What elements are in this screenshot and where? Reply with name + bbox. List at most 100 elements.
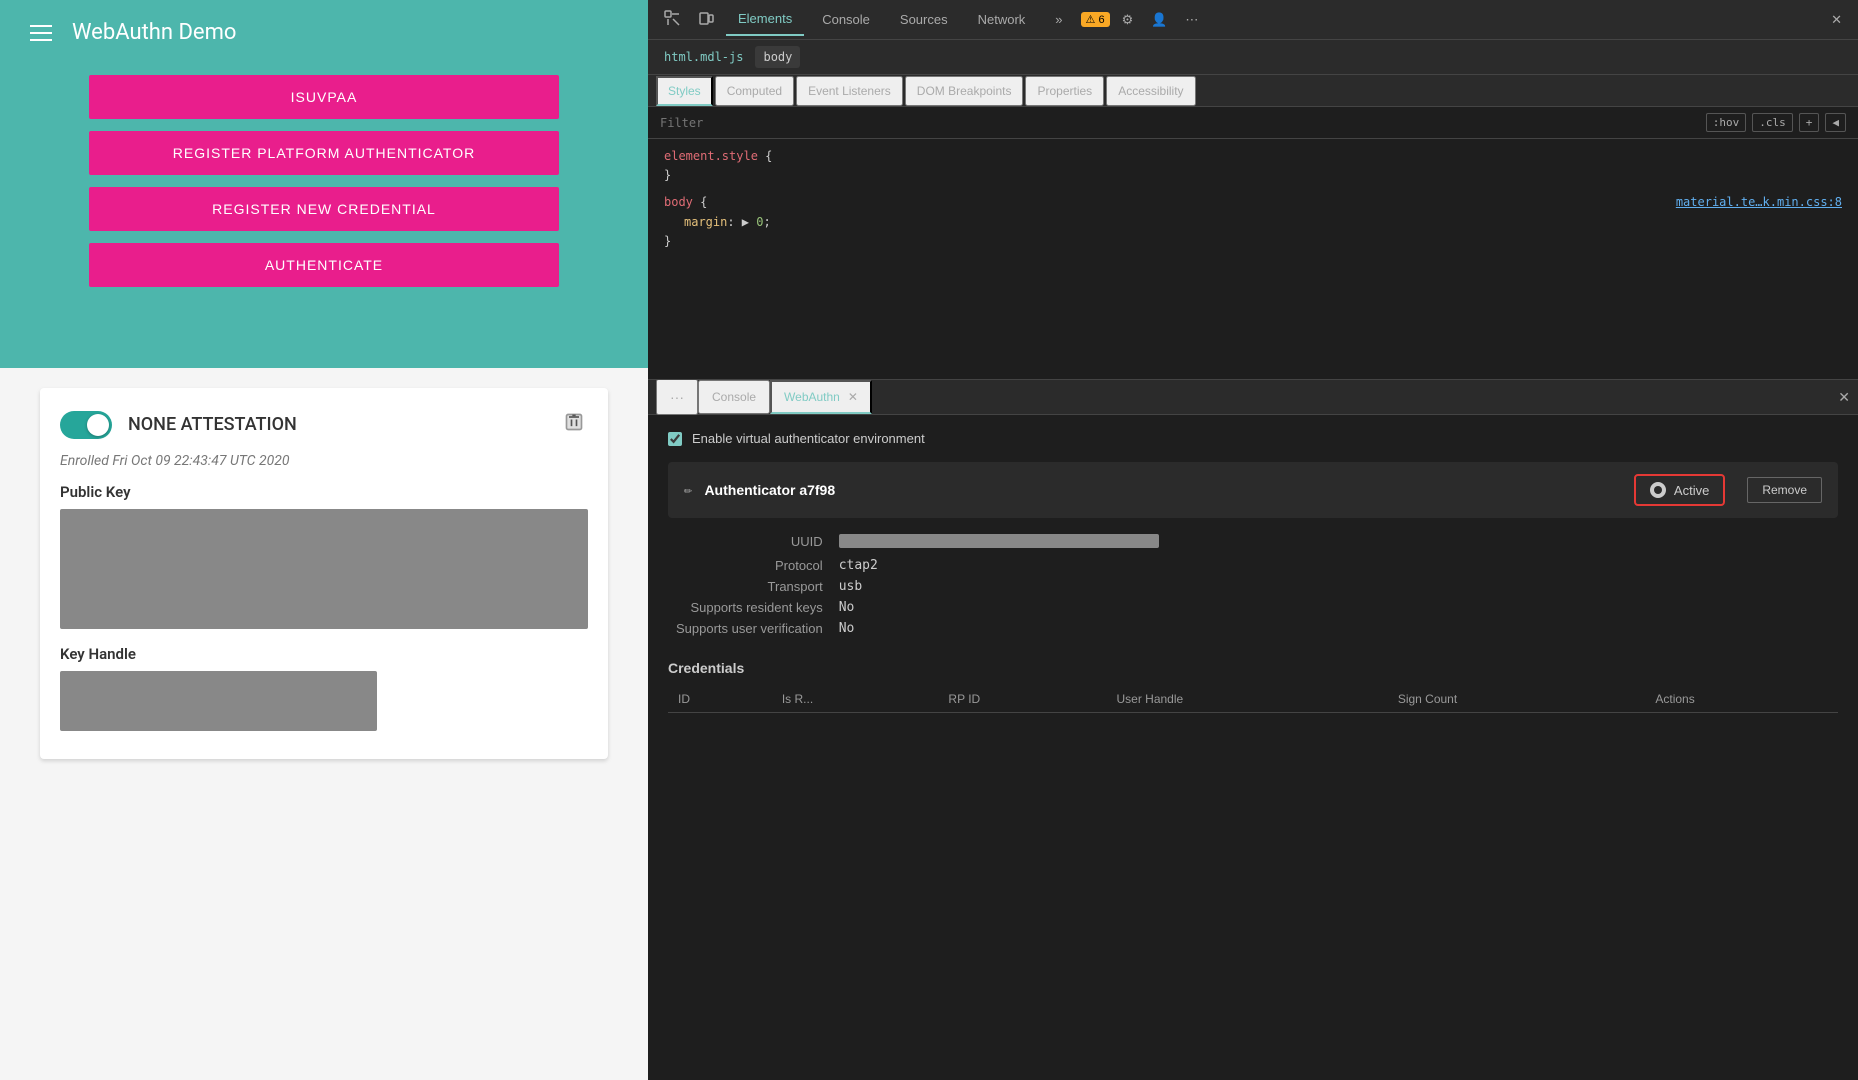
authenticate-button[interactable]: AUTHENTICATE: [89, 243, 559, 287]
webauthn-tab-close[interactable]: ✕: [848, 390, 858, 404]
tab-more[interactable]: »: [1043, 4, 1074, 35]
warning-badge: ⚠ 6: [1081, 12, 1110, 27]
uuid-value: [839, 534, 1830, 552]
col-is-r: Is R...: [772, 686, 939, 713]
styles-filter-row: :hov .cls + ◀: [648, 107, 1858, 139]
card-area: NONE ATTESTATION Enrolled Fri Oct 09 22:…: [0, 368, 648, 1080]
user-icon[interactable]: 👤: [1145, 8, 1173, 32]
register-platform-button[interactable]: REGISTER PLATFORM AUTHENTICATOR: [89, 131, 559, 175]
col-id: ID: [668, 686, 772, 713]
button-container: ISUVPAA REGISTER PLATFORM AUTHENTICATOR …: [30, 75, 618, 287]
bottom-tabs-row: ··· Console WebAuthn ✕ ✕: [648, 380, 1858, 415]
code-line-margin: margin: ▶ 0;: [664, 213, 1842, 232]
tab-styles[interactable]: Styles: [656, 76, 713, 106]
css-file-link[interactable]: material.te…k.min.css:8: [1676, 193, 1842, 212]
card-title: NONE ATTESTATION: [128, 414, 297, 435]
app-header-top: WebAuthn Demo: [30, 0, 618, 75]
elements-tag-row: html.mdl-js body: [648, 40, 1858, 75]
uuid-bar: [839, 534, 1159, 548]
public-key-label: Public Key: [60, 483, 588, 501]
tab-dots[interactable]: ···: [656, 380, 698, 415]
tab-console[interactable]: Console: [810, 4, 882, 35]
tab-computed[interactable]: Computed: [715, 76, 794, 106]
enable-authenticator-row: Enable virtual authenticator environment: [668, 431, 1838, 446]
inspect-icon[interactable]: [658, 6, 686, 33]
settings-icon[interactable]: ⚙: [1116, 8, 1140, 32]
resident-keys-value: No: [839, 600, 1830, 615]
key-handle-value: [60, 671, 377, 731]
code-line-2: }: [664, 166, 1842, 185]
enrolled-date: Enrolled Fri Oct 09 22:43:47 UTC 2020: [60, 453, 588, 469]
code-line-1: element.style {: [664, 147, 1842, 166]
code-line-3: body {: [664, 195, 707, 209]
more-options-icon[interactable]: ⋯: [1179, 8, 1204, 32]
filter-cls-button[interactable]: .cls: [1752, 113, 1793, 132]
app-title: WebAuthn Demo: [72, 20, 236, 45]
body-tag[interactable]: body: [755, 46, 800, 68]
tab-webauthn[interactable]: WebAuthn ✕: [770, 380, 872, 414]
elements-panel: html.mdl-js body Styles Computed Event L…: [648, 40, 1858, 380]
tab-sources[interactable]: Sources: [888, 4, 960, 35]
uuid-label: UUID: [676, 534, 823, 552]
device-toggle-icon[interactable]: [692, 6, 720, 33]
enable-virtual-authenticator-label: Enable virtual authenticator environment: [692, 431, 925, 446]
webauthn-content: Enable virtual authenticator environment…: [648, 415, 1858, 1080]
isuvpaa-button[interactable]: ISUVPAA: [89, 75, 559, 119]
credentials-table-header: ID Is R... RP ID User Handle Sign Count …: [668, 686, 1838, 713]
authenticator-details: UUID Protocol ctap2 Transport usb Suppor…: [668, 534, 1838, 636]
transport-value: usb: [839, 579, 1830, 594]
credentials-table: ID Is R... RP ID User Handle Sign Count …: [668, 686, 1838, 713]
html-tag[interactable]: html.mdl-js: [656, 46, 751, 68]
tab-accessibility[interactable]: Accessibility: [1106, 76, 1195, 106]
webauthn-container: ··· Console WebAuthn ✕ ✕ Enable virtual …: [648, 380, 1858, 1080]
card-header: NONE ATTESTATION: [60, 408, 588, 441]
hamburger-menu-icon[interactable]: [30, 25, 52, 41]
col-user-handle: User Handle: [1106, 686, 1387, 713]
devtools-topbar: Elements Console Sources Network » ⚠ 6 ⚙…: [648, 0, 1858, 40]
card-header-left: NONE ATTESTATION: [60, 411, 297, 439]
authenticator-row: ✏ Authenticator a7f98 Active Remove: [668, 462, 1838, 518]
tab-elements[interactable]: Elements: [726, 3, 804, 36]
active-badge[interactable]: Active: [1634, 474, 1725, 506]
tab-event-listeners[interactable]: Event Listeners: [796, 76, 903, 106]
enable-virtual-authenticator-checkbox[interactable]: [668, 432, 682, 446]
protocol-value: ctap2: [839, 558, 1830, 573]
css-code-area: element.style { } body { material.te…k.m…: [648, 139, 1858, 379]
protocol-label: Protocol: [676, 558, 823, 573]
toggle-switch[interactable]: [60, 411, 112, 439]
active-label: Active: [1674, 483, 1709, 498]
active-radio-icon: [1650, 482, 1666, 498]
register-new-credential-button[interactable]: REGISTER NEW CREDENTIAL: [89, 187, 559, 231]
col-actions: Actions: [1645, 686, 1838, 713]
credential-card: NONE ATTESTATION Enrolled Fri Oct 09 22:…: [40, 388, 608, 759]
styles-tabs-row: Styles Computed Event Listeners DOM Brea…: [648, 75, 1858, 107]
filter-hov-button[interactable]: :hov: [1706, 113, 1747, 132]
filter-add-button[interactable]: +: [1799, 113, 1820, 132]
app-panel: WebAuthn Demo ISUVPAA REGISTER PLATFORM …: [0, 0, 648, 1080]
tab-bottom-console[interactable]: Console: [698, 380, 770, 414]
tab-properties[interactable]: Properties: [1025, 76, 1104, 106]
key-handle-label: Key Handle: [60, 645, 588, 663]
public-key-value: [60, 509, 588, 629]
credentials-title: Credentials: [668, 660, 1838, 676]
code-line-close: }: [664, 232, 1842, 251]
col-rp-id: RP ID: [938, 686, 1106, 713]
tab-dom-breakpoints[interactable]: DOM Breakpoints: [905, 76, 1024, 106]
filter-arrow-button[interactable]: ◀: [1825, 113, 1846, 132]
credentials-section: Credentials ID Is R... RP ID User Handle…: [668, 660, 1838, 713]
devtools-panel: Elements Console Sources Network » ⚠ 6 ⚙…: [648, 0, 1858, 1080]
close-bottom-panel-button[interactable]: ✕: [1838, 389, 1850, 406]
close-devtools-button[interactable]: ✕: [1825, 8, 1848, 32]
delete-credential-button[interactable]: [560, 408, 588, 441]
resident-keys-label: Supports resident keys: [676, 600, 823, 615]
col-sign-count: Sign Count: [1388, 686, 1646, 713]
filter-controls: :hov .cls + ◀: [1706, 113, 1846, 132]
remove-authenticator-button[interactable]: Remove: [1747, 477, 1822, 503]
transport-label: Transport: [676, 579, 823, 594]
filter-input[interactable]: [660, 116, 1698, 130]
edit-authenticator-icon[interactable]: ✏: [684, 482, 692, 498]
app-header: WebAuthn Demo ISUVPAA REGISTER PLATFORM …: [0, 0, 648, 368]
tab-network[interactable]: Network: [966, 4, 1038, 35]
authenticator-name: Authenticator a7f98: [704, 482, 835, 498]
user-verification-label: Supports user verification: [676, 621, 823, 636]
